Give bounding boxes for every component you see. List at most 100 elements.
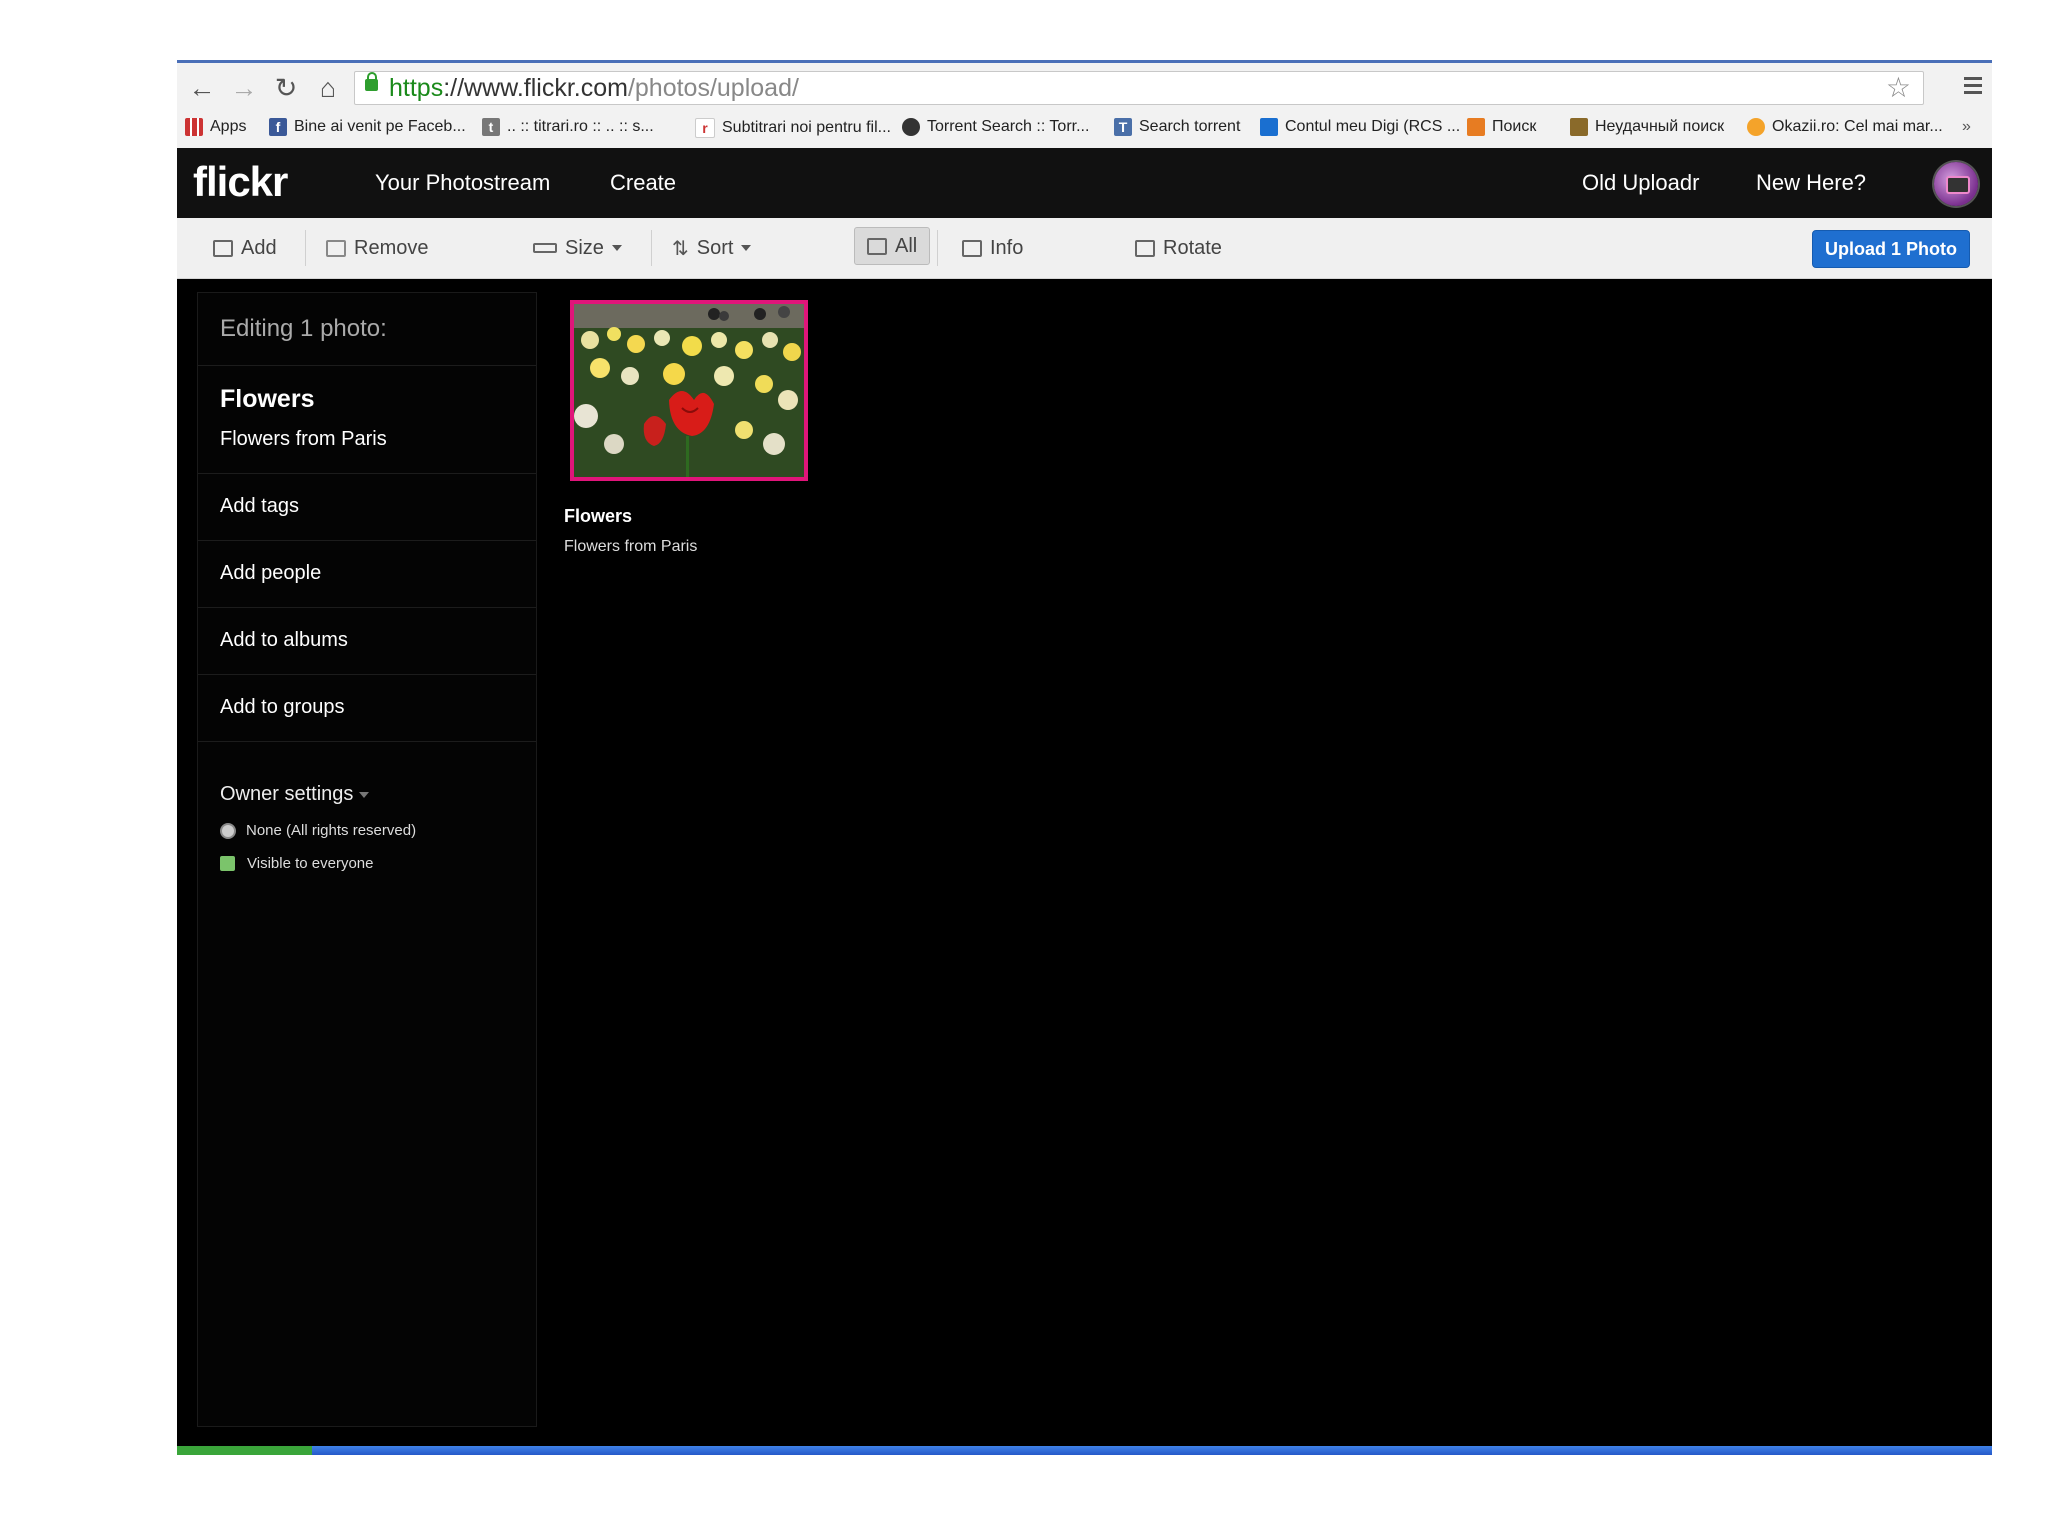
bookmark-label: Apps (210, 118, 247, 135)
all-label: All (895, 234, 918, 257)
bookmark-label: Torrent Search :: Torr... (927, 118, 1090, 135)
bookmark-apps[interactable]: Apps (185, 118, 246, 136)
sort-arrows-icon: ⇅ (672, 237, 689, 260)
select-all-icon (867, 237, 887, 255)
divider (198, 607, 536, 608)
visibility-setting[interactable]: Visible to everyone (220, 855, 373, 872)
bookmark-torrent-search[interactable]: Torrent Search :: Torr... (902, 118, 1089, 136)
bookmark-failed-search[interactable]: Неудачный поиск (1570, 118, 1724, 136)
add-to-groups-field[interactable]: Add to groups (220, 696, 345, 719)
flowers-photo-image (574, 304, 804, 477)
chevron-down-icon (741, 245, 752, 251)
okazii-icon (1747, 118, 1765, 136)
toolbar-divider (937, 230, 938, 266)
gift-icon (1570, 118, 1588, 136)
rotate-icon (1135, 239, 1155, 257)
divider (198, 741, 536, 742)
photo-description-field[interactable]: Flowers from Paris (220, 428, 387, 451)
star-icon[interactable]: ☆ (1886, 72, 1911, 104)
digi-icon (1260, 118, 1278, 136)
nav-new-here[interactable]: New Here? (1756, 170, 1866, 196)
nav-old-uploadr[interactable]: Old Uploadr (1582, 170, 1699, 196)
url-text: https://www.flickr.com/photos/upload/ (389, 74, 799, 102)
size-label: Size (565, 236, 604, 259)
info-icon (962, 239, 982, 257)
os-taskbar (177, 1446, 1992, 1455)
address-bar[interactable]: https://www.flickr.com/photos/upload/ ☆ (354, 71, 1924, 105)
reload-icon[interactable]: ↻ (269, 72, 303, 104)
more-bookmarks-chevron[interactable]: » (1962, 118, 1971, 136)
nav-your-photostream[interactable]: Your Photostream (375, 170, 550, 196)
bookmark-subtitrari[interactable]: r Subtitrari noi pentru fil... (695, 118, 891, 138)
add-tags-field[interactable]: Add tags (220, 495, 299, 518)
chevron-down-icon (611, 245, 622, 251)
forward-arrow-icon[interactable]: → (227, 72, 261, 104)
edit-side-panel: Editing 1 photo: Flowers Flowers from Pa… (197, 292, 537, 1427)
yandex-icon (1467, 118, 1485, 136)
menu-icon[interactable] (1964, 77, 1982, 95)
bookmarks-bar: Apps f Bine ai venit pe Faceb... t .. :: t… (177, 115, 1992, 145)
flickr-header: flickr Your Photostream Create Old Uploa… (177, 148, 1992, 218)
owner-settings-toggle[interactable]: Owner settings (220, 783, 370, 806)
add-people-field[interactable]: Add people (220, 562, 321, 585)
remove-photo-icon (326, 239, 346, 257)
facebook-icon: f (269, 118, 287, 136)
remove-button[interactable]: Remove (326, 232, 428, 264)
photo-card-title: Flowers (564, 506, 633, 526)
chevron-down-icon (359, 791, 370, 798)
sort-label: Sort (696, 236, 734, 259)
divider (198, 473, 536, 474)
bookmark-label: .. :: titrari.ro :: .. :: s... (507, 118, 654, 135)
flickr-logo[interactable]: flickr (193, 158, 288, 206)
owner-settings-label: Owner settings (220, 783, 354, 805)
back-arrow-icon[interactable]: ← (185, 72, 219, 104)
divider (198, 365, 536, 366)
bookmark-label: Contul meu Digi (RCS ... (1285, 118, 1461, 135)
bookmark-facebook[interactable]: f Bine ai venit pe Faceb... (269, 118, 466, 136)
add-photo-icon (213, 239, 233, 257)
upload-photo-button[interactable]: Upload 1 Photo (1812, 230, 1970, 268)
license-setting[interactable]: None (All rights reserved) (220, 822, 416, 839)
bookmark-label: Okazii.ro: Cel mai mar... (1772, 118, 1943, 135)
avatar[interactable] (1934, 162, 1978, 206)
uploadr-toolbar: Add Remove Size ⇅ Sort All Info Rotate Up… (177, 218, 1992, 279)
bookmark-label: Bine ai venit pe Faceb... (294, 118, 466, 135)
size-icon (533, 243, 557, 253)
photo-title-field[interactable]: Flowers (220, 385, 314, 414)
magnifier-icon (902, 118, 920, 136)
visibility-label: Visible to everyone (247, 855, 374, 872)
info-button[interactable]: Info (962, 232, 1023, 264)
rotate-label: Rotate (1163, 236, 1222, 259)
home-icon[interactable]: ⌂ (311, 72, 345, 104)
toolbar-divider (651, 230, 652, 266)
remove-label: Remove (354, 236, 429, 259)
photo-thumbnail[interactable] (570, 300, 808, 481)
sort-button[interactable]: ⇅ Sort (672, 232, 752, 264)
bookmark-digi[interactable]: Contul meu Digi (RCS ... (1260, 118, 1460, 136)
bookmark-label: Поиск (1492, 118, 1537, 135)
divider (198, 674, 536, 675)
start-button[interactable] (177, 1446, 312, 1455)
add-label: Add (241, 236, 277, 259)
url-scheme: https (389, 74, 444, 102)
bookmark-poisk[interactable]: Поиск (1467, 118, 1536, 136)
bookmark-titrari[interactable]: t .. :: titrari.ro :: .. :: s... (482, 118, 654, 136)
editing-heading: Editing 1 photo: (220, 315, 387, 342)
titrari-icon: t (482, 118, 500, 136)
subtitrari-icon: r (695, 118, 715, 138)
size-button[interactable]: Size (533, 232, 622, 264)
bookmark-label: Search torrent (1139, 118, 1241, 135)
visibility-icon (220, 856, 235, 871)
torrent-t-icon: T (1114, 118, 1132, 136)
url-path: /photos/upload/ (627, 74, 799, 102)
info-label: Info (990, 236, 1024, 259)
lock-icon (365, 72, 378, 91)
add-to-albums-field[interactable]: Add to albums (220, 629, 348, 652)
add-button[interactable]: Add (213, 232, 277, 264)
rotate-button[interactable]: Rotate (1135, 232, 1222, 264)
nav-create[interactable]: Create (610, 170, 676, 196)
bookmark-search-torrent[interactable]: T Search torrent (1114, 118, 1240, 136)
bookmark-okazii[interactable]: Okazii.ro: Cel mai mar... (1747, 118, 1943, 136)
select-all-button[interactable]: All (854, 227, 931, 265)
copyright-icon (220, 822, 236, 839)
